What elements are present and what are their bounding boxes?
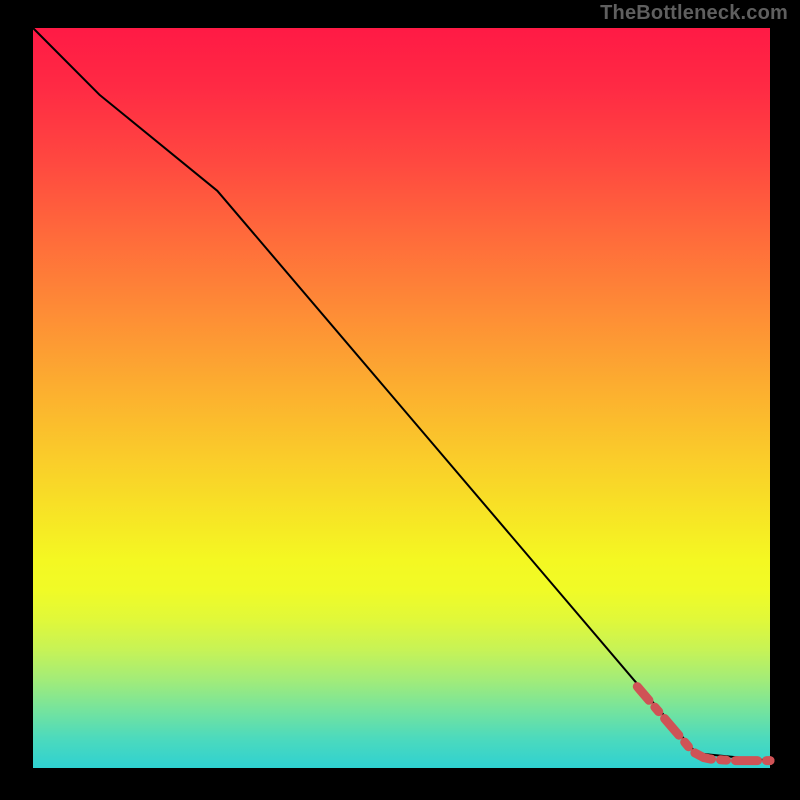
chart-svg: [33, 28, 770, 768]
tail-dashes: [637, 687, 770, 761]
plot-area: [33, 28, 770, 768]
main-curve: [33, 28, 770, 761]
watermark-text: TheBottleneck.com: [600, 2, 788, 25]
chart-frame: TheBottleneck.com: [0, 0, 800, 800]
tail-end-dot: [766, 756, 775, 765]
